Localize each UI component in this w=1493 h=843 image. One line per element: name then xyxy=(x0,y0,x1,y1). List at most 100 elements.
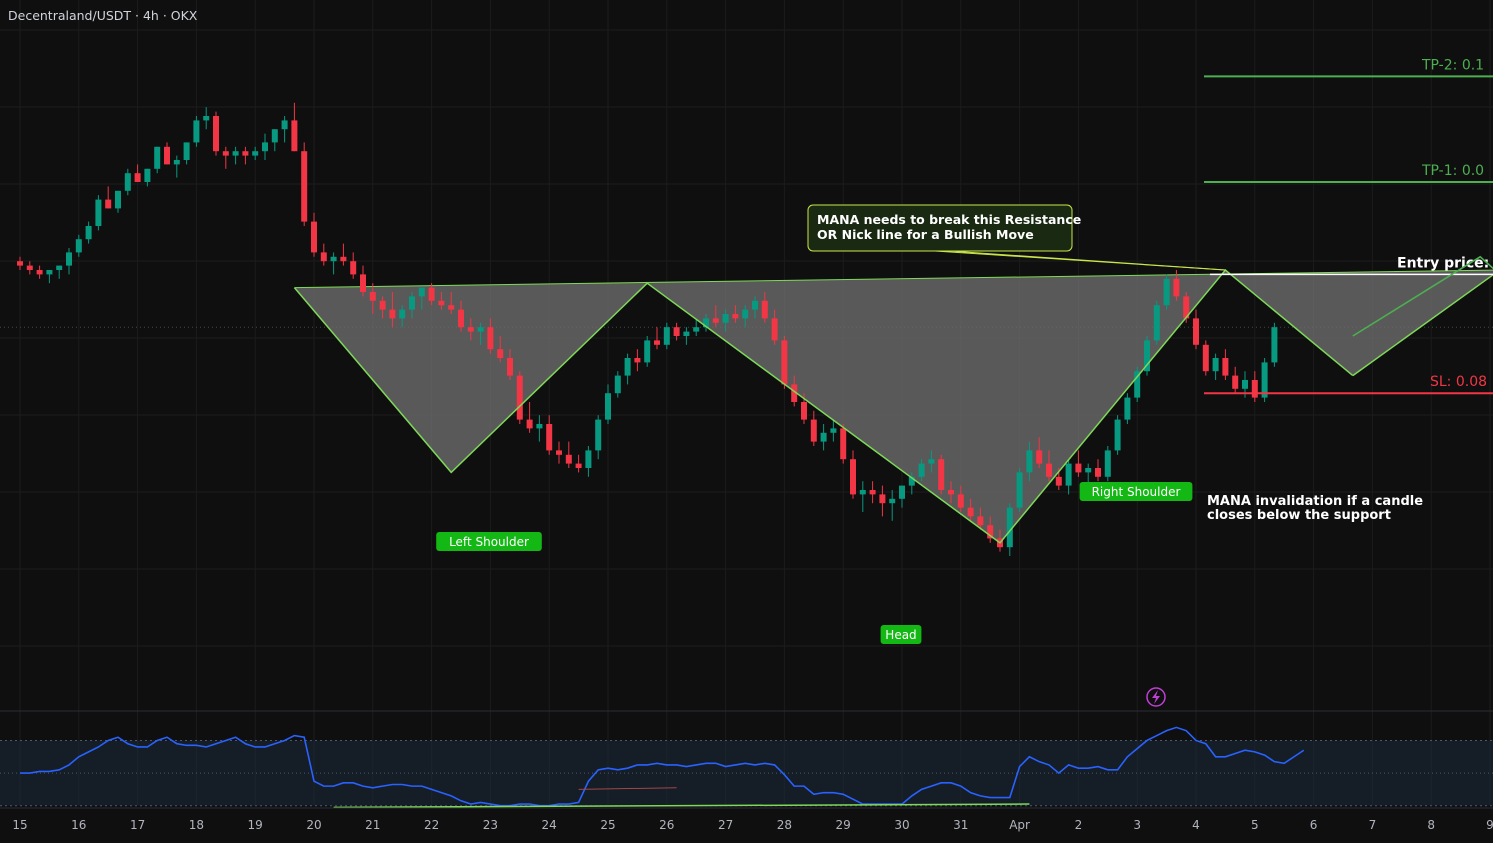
x-tick-label: 22 xyxy=(424,818,439,832)
candle xyxy=(526,419,533,429)
candle xyxy=(1212,358,1219,372)
price-chart[interactable]: TP-2: 0.1 TP-1: 0.0 Entry price: SL: 0.08 M… xyxy=(0,0,1493,838)
callout-text-line2: OR Nick line for a Bullish Move xyxy=(817,227,1034,242)
candle xyxy=(1251,380,1258,398)
candle xyxy=(918,463,925,477)
candle xyxy=(428,287,435,301)
candle xyxy=(634,358,641,363)
x-tick-label: 19 xyxy=(248,818,263,832)
x-tick-label: 4 xyxy=(1192,818,1200,832)
candle xyxy=(1193,318,1199,345)
candle xyxy=(575,463,582,468)
x-tick-label: 5 xyxy=(1251,818,1259,832)
entry-label: Entry price: xyxy=(1397,255,1489,271)
candle xyxy=(899,485,905,499)
x-tick-label: 29 xyxy=(836,818,851,832)
candle xyxy=(595,419,602,451)
x-tick-label: 28 xyxy=(777,818,792,832)
candle xyxy=(164,146,170,165)
invalidation-text-line2: closes below the support xyxy=(1207,508,1391,523)
candle xyxy=(644,340,651,363)
x-tick-label: 7 xyxy=(1369,818,1377,832)
candle xyxy=(1271,327,1278,363)
left-shoulder-label: Left Shoulder xyxy=(436,532,542,551)
candle xyxy=(369,292,376,301)
candle xyxy=(26,265,33,270)
candle xyxy=(516,375,523,420)
candle xyxy=(320,252,327,262)
grid xyxy=(0,0,1493,805)
candle xyxy=(1036,450,1043,464)
right-shoulder-label-text: Right Shoulder xyxy=(1092,485,1181,499)
candle xyxy=(1163,278,1170,306)
candle xyxy=(1232,375,1239,389)
x-tick-label: 8 xyxy=(1427,818,1435,832)
candle xyxy=(928,459,935,464)
candle xyxy=(242,151,249,156)
candle xyxy=(850,459,856,495)
lightning-icon[interactable] xyxy=(1146,687,1166,707)
candle xyxy=(487,327,494,350)
chart-root[interactable]: TP-2: 0.1 TP-1: 0.0 Entry price: SL: 0.08 M… xyxy=(0,0,1493,838)
rsi-panel[interactable] xyxy=(0,726,1493,809)
candle xyxy=(1124,397,1131,420)
x-tick-label: 25 xyxy=(600,818,615,832)
candle xyxy=(222,151,229,156)
candle xyxy=(830,428,837,433)
candle xyxy=(379,300,386,310)
candle xyxy=(546,424,553,451)
candle xyxy=(742,309,749,319)
candle xyxy=(801,402,807,420)
candle xyxy=(810,419,817,442)
symbol-title: Decentraland/USDT · 4h · OKX xyxy=(8,8,198,23)
candle xyxy=(1242,380,1248,389)
x-tick-label: 30 xyxy=(894,818,909,832)
candle xyxy=(467,327,474,332)
x-tick-label: 27 xyxy=(718,818,733,832)
callout-text-line1: MANA needs to break this Resistance xyxy=(817,212,1081,227)
x-tick-label: Apr xyxy=(1009,818,1030,832)
x-axis[interactable]: 15 16 17 18 19 20 21 22 23 24 25 26 27 28 29 30 31 Apr 2 3 4… xyxy=(0,807,1493,832)
candle xyxy=(448,305,455,310)
candle xyxy=(232,151,239,156)
x-tick-label: 20 xyxy=(306,818,321,832)
candle xyxy=(556,450,562,455)
candle xyxy=(330,256,337,262)
rsi-band-fill xyxy=(0,740,1493,806)
candle xyxy=(95,199,102,226)
x-tick-label: 21 xyxy=(365,818,380,832)
candle xyxy=(36,270,43,275)
candle xyxy=(409,296,415,310)
candle xyxy=(1046,463,1052,477)
candle xyxy=(869,490,876,495)
head-label-text: Head xyxy=(885,628,916,642)
invalidation-text-line1: MANA invalidation if a candle xyxy=(1207,494,1423,509)
candle xyxy=(889,498,896,504)
candle xyxy=(477,327,484,332)
candle xyxy=(605,393,611,420)
candle xyxy=(458,309,464,328)
candle xyxy=(1104,450,1111,477)
candle xyxy=(252,151,259,156)
candle xyxy=(46,270,53,275)
candle xyxy=(948,490,954,495)
x-tick-label: 24 xyxy=(542,818,557,832)
candle xyxy=(281,120,288,130)
resistance-callout: MANA needs to break this ResistanceOR Ni… xyxy=(807,204,1226,271)
x-tick-label: 15 xyxy=(12,818,27,832)
candle xyxy=(66,252,72,266)
candle xyxy=(1016,472,1023,508)
candle xyxy=(693,327,700,332)
x-tick-label: 17 xyxy=(130,818,145,832)
x-tick-label: 9 xyxy=(1486,818,1493,832)
candle xyxy=(722,314,729,323)
candle xyxy=(614,375,621,394)
candle xyxy=(1114,419,1121,451)
candle xyxy=(879,494,886,504)
candle xyxy=(1153,305,1160,341)
candle xyxy=(85,226,92,240)
x-tick-label: 3 xyxy=(1133,818,1141,832)
candle xyxy=(663,327,670,345)
candle xyxy=(144,168,151,182)
candle xyxy=(654,340,660,345)
